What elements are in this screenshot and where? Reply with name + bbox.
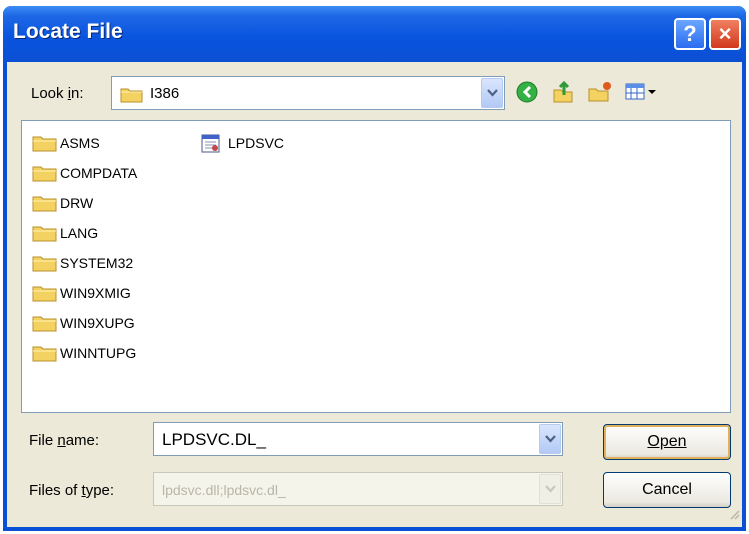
folder-icon — [120, 85, 144, 108]
view-menu-icon[interactable] — [624, 80, 658, 109]
folder-item-win9xmig[interactable]: WIN9XMIG — [32, 281, 131, 305]
folder-item-asms[interactable]: ASMS — [32, 131, 100, 155]
folder-icon — [32, 194, 58, 212]
file-type-dropdown-button — [539, 474, 561, 504]
folder-item-drw[interactable]: DRW — [32, 191, 93, 215]
look-in-combobox[interactable]: I386 — [111, 76, 505, 110]
folder-icon — [32, 314, 58, 332]
folder-label: SYSTEM32 — [60, 255, 134, 271]
dialog-body: Look in: I386 ASMS COMPDATA DRW LANG SYS… — [7, 62, 742, 527]
open-button-label: Open — [647, 433, 687, 450]
open-button[interactable]: Open — [603, 424, 731, 460]
folder-label: DRW — [60, 195, 94, 211]
folder-label: LANG — [60, 225, 99, 241]
folder-icon — [32, 164, 58, 182]
folder-label: WINNTUPG — [60, 345, 137, 361]
file-label: LPDSVC — [228, 135, 285, 151]
file-name-dropdown-button[interactable] — [539, 424, 561, 454]
folder-icon — [32, 344, 58, 362]
folder-label: WIN9XMIG — [60, 285, 131, 301]
file-item-lpdsvc[interactable]: LPDSVC — [200, 131, 284, 155]
look-in-value: I386 — [150, 85, 180, 102]
folder-icon — [32, 254, 58, 272]
file-name-label: File name: — [29, 432, 100, 449]
new-folder-icon[interactable] — [587, 80, 613, 109]
folder-icon — [32, 224, 58, 242]
folder-item-system32[interactable]: SYSTEM32 — [32, 251, 133, 275]
file-type-label: Files of type: — [29, 482, 115, 499]
cancel-button[interactable]: Cancel — [603, 472, 731, 508]
locate-file-dialog: Locate File ? × Look in: I386 ASMS COMPD… — [3, 6, 746, 531]
dialog-title: Locate File — [13, 20, 123, 43]
resize-grip-icon[interactable] — [728, 507, 740, 525]
close-button[interactable]: × — [709, 18, 741, 50]
folder-label: WIN9XUPG — [60, 315, 135, 331]
file-name-combobox[interactable]: LPDSVC.DL_ — [153, 422, 563, 456]
look-in-label: Look in: — [31, 85, 84, 102]
file-name-value: LPDSVC.DL_ — [162, 430, 266, 449]
file-type-value: lpdsvc.dll;lpdsvc.dl_ — [162, 482, 286, 498]
folder-label: ASMS — [60, 135, 100, 151]
folder-label: COMPDATA — [60, 165, 138, 181]
folder-item-winntupg[interactable]: WINNTUPG — [32, 341, 136, 365]
folder-item-lang[interactable]: LANG — [32, 221, 98, 245]
file-type-combobox: lpdsvc.dll;lpdsvc.dl_ — [153, 472, 563, 506]
title-bar[interactable]: Locate File ? × — [3, 6, 746, 62]
dll-file-icon — [200, 134, 226, 153]
folder-item-win9xupg[interactable]: WIN9XUPG — [32, 311, 135, 335]
file-list[interactable]: ASMS COMPDATA DRW LANG SYSTEM32 WIN9XMIG — [21, 120, 731, 413]
up-folder-icon[interactable] — [551, 80, 575, 109]
help-button[interactable]: ? — [674, 18, 706, 50]
folder-icon — [32, 134, 58, 152]
folder-icon — [32, 284, 58, 302]
folder-item-compdata[interactable]: COMPDATA — [32, 161, 137, 185]
back-icon[interactable] — [515, 80, 539, 109]
look-in-dropdown-button[interactable] — [481, 78, 503, 108]
